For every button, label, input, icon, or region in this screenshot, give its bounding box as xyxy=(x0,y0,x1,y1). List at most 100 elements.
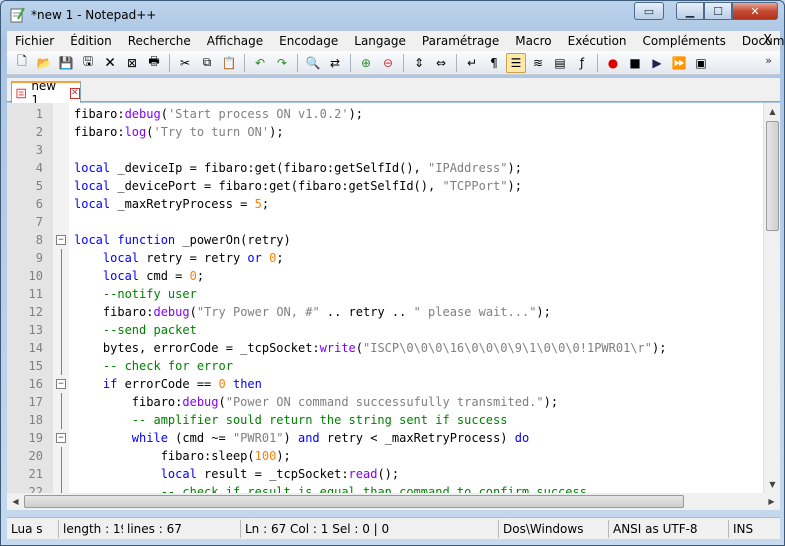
save-icon[interactable]: 💾 xyxy=(56,53,76,73)
show-all-chars-icon[interactable]: ¶ xyxy=(484,53,504,73)
tab-strip: new 1 ✕ xyxy=(7,78,780,107)
close-icon[interactable]: 🗙 xyxy=(100,53,120,73)
code-text: local cmd = 0; xyxy=(102,269,205,283)
code-line[interactable]: 3 xyxy=(7,141,757,159)
menu-item-exécution[interactable]: Exécution xyxy=(560,34,635,48)
notepad-window: *new 1 - Notepad++ ▭ ▁ ☐ ✕ Fichier Éditio… xyxy=(0,0,785,546)
new-file-icon[interactable]: 🗋 xyxy=(12,53,32,73)
doc-map-icon[interactable]: ▤ xyxy=(550,53,570,73)
maximize-button[interactable]: ☐ xyxy=(704,2,732,20)
code-line[interactable]: 22 -- check if result is equal than comm… xyxy=(7,483,757,493)
code-line[interactable]: 20 fibaro:sleep(100); xyxy=(7,447,757,465)
fold-line xyxy=(61,411,62,429)
tab-close-icon[interactable]: ✕ xyxy=(69,87,80,99)
code-line[interactable]: 5 local _devicePort = fibaro:get(fibaro:g… xyxy=(7,177,757,195)
fold-toggle-icon[interactable]: − xyxy=(56,433,66,443)
stop-record-icon[interactable]: ■ xyxy=(625,53,645,73)
title-bar[interactable]: *new 1 - Notepad++ ▭ ▁ ☐ ✕ xyxy=(1,1,784,31)
code-line[interactable]: 15 -- check for error xyxy=(7,357,757,375)
paste-icon[interactable]: 📋 xyxy=(219,53,239,73)
save-macro-icon[interactable]: ▣ xyxy=(691,53,711,73)
menu-item-fichier[interactable]: Fichier xyxy=(7,34,62,48)
zoom-in-icon[interactable]: ⊕ xyxy=(356,53,376,73)
code-line[interactable]: 16 − if errorCode == 0 then xyxy=(7,375,757,393)
close-window-button[interactable]: ✕ xyxy=(732,2,778,20)
copy-icon[interactable]: ⧉ xyxy=(197,53,217,73)
code-line[interactable]: 7 xyxy=(7,213,757,231)
redo-icon[interactable]: ↷ xyxy=(272,53,292,73)
cut-icon[interactable]: ✂ xyxy=(175,53,195,73)
tab-new-1[interactable]: new 1 ✕ xyxy=(11,79,81,107)
sync-horizontal-icon[interactable]: ⇔ xyxy=(431,53,451,73)
fold-toggle-icon[interactable]: − xyxy=(56,379,66,389)
line-number: 9 xyxy=(35,251,43,265)
word-wrap-icon[interactable]: ↵ xyxy=(462,53,482,73)
close-document-button[interactable]: X xyxy=(763,33,772,48)
code-line[interactable]: 10 local cmd = 0; xyxy=(7,267,757,285)
record-macro-icon[interactable]: ● xyxy=(603,53,623,73)
code-line[interactable]: 4 local _deviceIp = fibaro:get(fibaro:get… xyxy=(7,159,757,177)
menu-item-encodage[interactable]: Encodage xyxy=(271,34,346,48)
code-line[interactable]: 19 − while (cmd ~= "PWR01") and retry < _… xyxy=(7,429,757,447)
line-number: 17 xyxy=(28,395,43,409)
function-list-icon[interactable]: ƒ xyxy=(572,53,592,73)
code-text: fibaro:debug("Power ON command successuf… xyxy=(74,395,559,409)
close-all-icon[interactable]: ⊠ xyxy=(122,53,142,73)
menu-item-compléments[interactable]: Compléments xyxy=(635,34,734,48)
code-line[interactable]: 9 local retry = retry or 0; xyxy=(7,249,757,267)
code-line[interactable]: 1 fibaro:debug('Start process ON v1.0.2')… xyxy=(7,105,757,123)
horizontal-scroll-thumb[interactable] xyxy=(24,495,684,508)
line-number: 8 xyxy=(35,233,43,247)
menu-item-recherche[interactable]: Recherche xyxy=(120,34,199,48)
code-line[interactable]: 6 local _maxRetryProcess = 5; xyxy=(7,195,757,213)
scroll-right-icon[interactable]: ▶ xyxy=(763,493,780,510)
window-extra-button[interactable]: ▭ xyxy=(634,2,664,20)
code-editor[interactable]: ▲ ▼ 1 fibaro:debug('Start process ON v1.0… xyxy=(7,103,780,493)
code-line[interactable]: 12 fibaro:debug("Try Power ON, #" .. ret… xyxy=(7,303,757,321)
code-line[interactable]: 13 --send packet xyxy=(7,321,757,339)
user-lang-icon[interactable]: ≋ xyxy=(528,53,548,73)
code-line[interactable]: 11 --notify user xyxy=(7,285,757,303)
code-line[interactable]: 18 -- amplifier sould return the string … xyxy=(7,411,757,429)
toolbar-overflow-icon[interactable]: » xyxy=(765,54,772,67)
replace-icon[interactable]: ⇄ xyxy=(325,53,345,73)
indent-guide-icon[interactable]: ☰ xyxy=(506,52,526,73)
menu-item-édition[interactable]: Édition xyxy=(62,34,120,48)
line-number: 18 xyxy=(28,413,43,427)
toolbar-separator xyxy=(456,53,457,72)
run-macro-multiple-icon[interactable]: ⏩ xyxy=(669,53,689,73)
print-icon[interactable]: 🖶 xyxy=(144,53,164,73)
vertical-scrollbar[interactable]: ▲ ▼ xyxy=(763,103,780,493)
code-text: local function _powerOn(retry) xyxy=(74,233,291,247)
scroll-down-icon[interactable]: ▼ xyxy=(764,476,780,493)
find-icon[interactable]: 🔍 xyxy=(303,53,323,73)
code-line[interactable]: 21 local result = _tcpSocket:read(); xyxy=(7,465,757,483)
code-line[interactable]: 8 − local function _powerOn(retry) xyxy=(7,231,757,249)
code-line[interactable]: 14 bytes, errorCode = _tcpSocket:write("… xyxy=(7,339,757,357)
code-text: fibaro:sleep(100); xyxy=(74,449,291,463)
scroll-left-icon[interactable]: ◀ xyxy=(7,493,24,510)
scroll-up-icon[interactable]: ▲ xyxy=(764,103,780,120)
horizontal-scrollbar[interactable]: ◀ ▶ xyxy=(7,493,780,510)
sync-vertical-icon[interactable]: ⇕ xyxy=(409,53,429,73)
fold-line xyxy=(61,357,62,375)
menu-item-langage[interactable]: Langage xyxy=(346,34,414,48)
code-text: -- check if result is equal than command… xyxy=(160,485,587,493)
save-all-icon[interactable]: 🖫 xyxy=(78,53,98,73)
zoom-out-icon[interactable]: ⊖ xyxy=(378,53,398,73)
code-line[interactable]: 2 fibaro:log('Try to turn ON'); xyxy=(7,123,757,141)
undo-icon[interactable]: ↶ xyxy=(250,53,270,73)
fold-toggle-icon[interactable]: − xyxy=(56,235,66,245)
play-macro-icon[interactable]: ▶ xyxy=(647,53,667,73)
open-file-icon[interactable]: 📂 xyxy=(34,53,54,73)
window-title: *new 1 - Notepad++ xyxy=(31,8,157,22)
menu-item-macro[interactable]: Macro xyxy=(507,34,559,48)
menu-item-affichage[interactable]: Affichage xyxy=(199,34,271,48)
code-text: --notify user xyxy=(102,287,197,301)
menu-item-documents[interactable]: Documents xyxy=(734,34,784,48)
status-bar: Lua s length : 1917 lines : 67 Ln : 67 C… xyxy=(7,517,780,539)
code-line[interactable]: 17 fibaro:debug("Power ON command succes… xyxy=(7,393,757,411)
vertical-scroll-thumb[interactable] xyxy=(766,121,779,231)
minimize-button[interactable]: ▁ xyxy=(676,2,704,20)
menu-item-paramétrage[interactable]: Paramétrage xyxy=(414,34,507,48)
